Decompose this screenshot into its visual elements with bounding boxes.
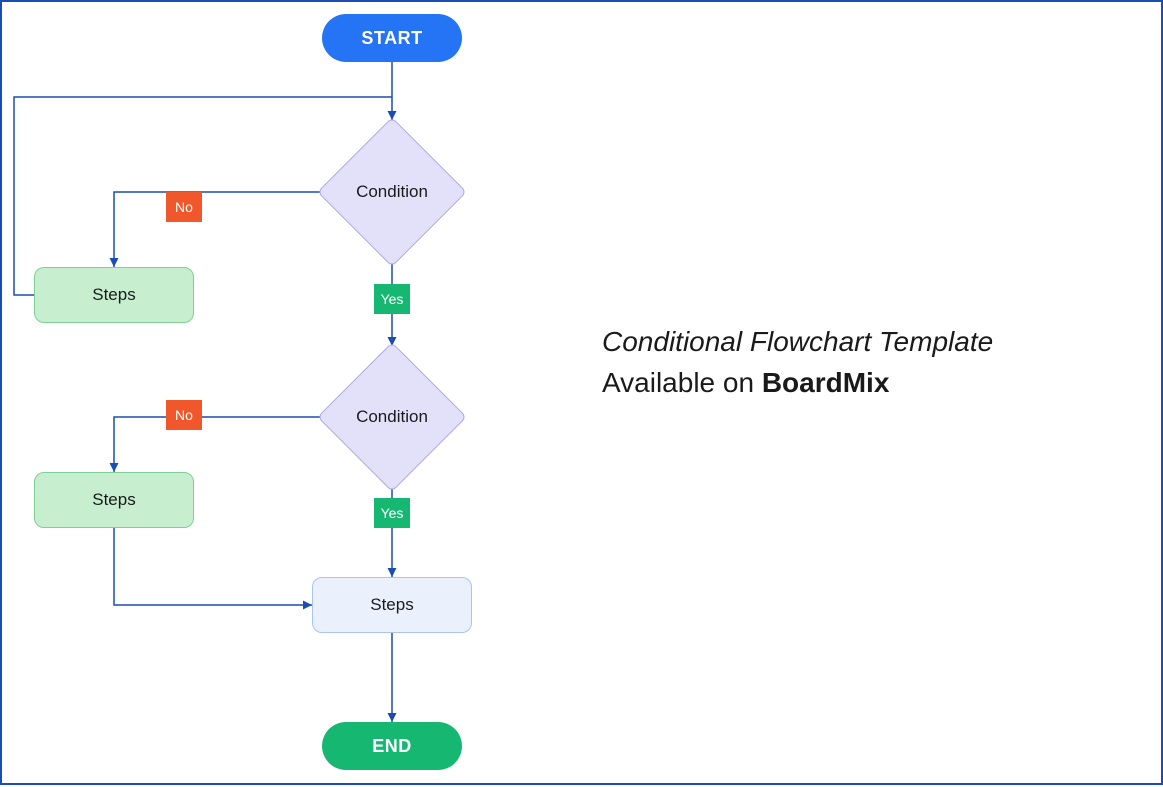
condition-label: Condition [317, 182, 467, 202]
end-node: END [322, 722, 462, 770]
no-text: No [175, 407, 193, 423]
branch-label-yes-1: Yes [374, 284, 410, 314]
condition-node-2: Condition [317, 342, 467, 492]
branch-label-no-2: No [166, 400, 202, 430]
flowchart-canvas: START Condition No Yes Steps Condition N… [0, 0, 1163, 785]
steps-label: Steps [370, 595, 413, 615]
caption-brand: BoardMix [762, 367, 890, 398]
start-node: START [322, 14, 462, 62]
condition-label: Condition [317, 407, 467, 427]
caption-subtitle: Available on BoardMix [602, 363, 993, 404]
yes-text: Yes [381, 505, 404, 521]
branch-label-yes-2: Yes [374, 498, 410, 528]
condition-node-1: Condition [317, 117, 467, 267]
start-label: START [361, 28, 422, 49]
caption-block: Conditional Flowchart Template Available… [602, 322, 993, 403]
caption-title: Conditional Flowchart Template [602, 322, 993, 363]
steps-node-3: Steps [312, 577, 472, 633]
steps-node-1: Steps [34, 267, 194, 323]
steps-label: Steps [92, 490, 135, 510]
branch-label-no-1: No [166, 192, 202, 222]
end-label: END [372, 736, 412, 757]
no-text: No [175, 199, 193, 215]
steps-node-2: Steps [34, 472, 194, 528]
steps-label: Steps [92, 285, 135, 305]
yes-text: Yes [381, 291, 404, 307]
caption-prefix: Available on [602, 367, 762, 398]
